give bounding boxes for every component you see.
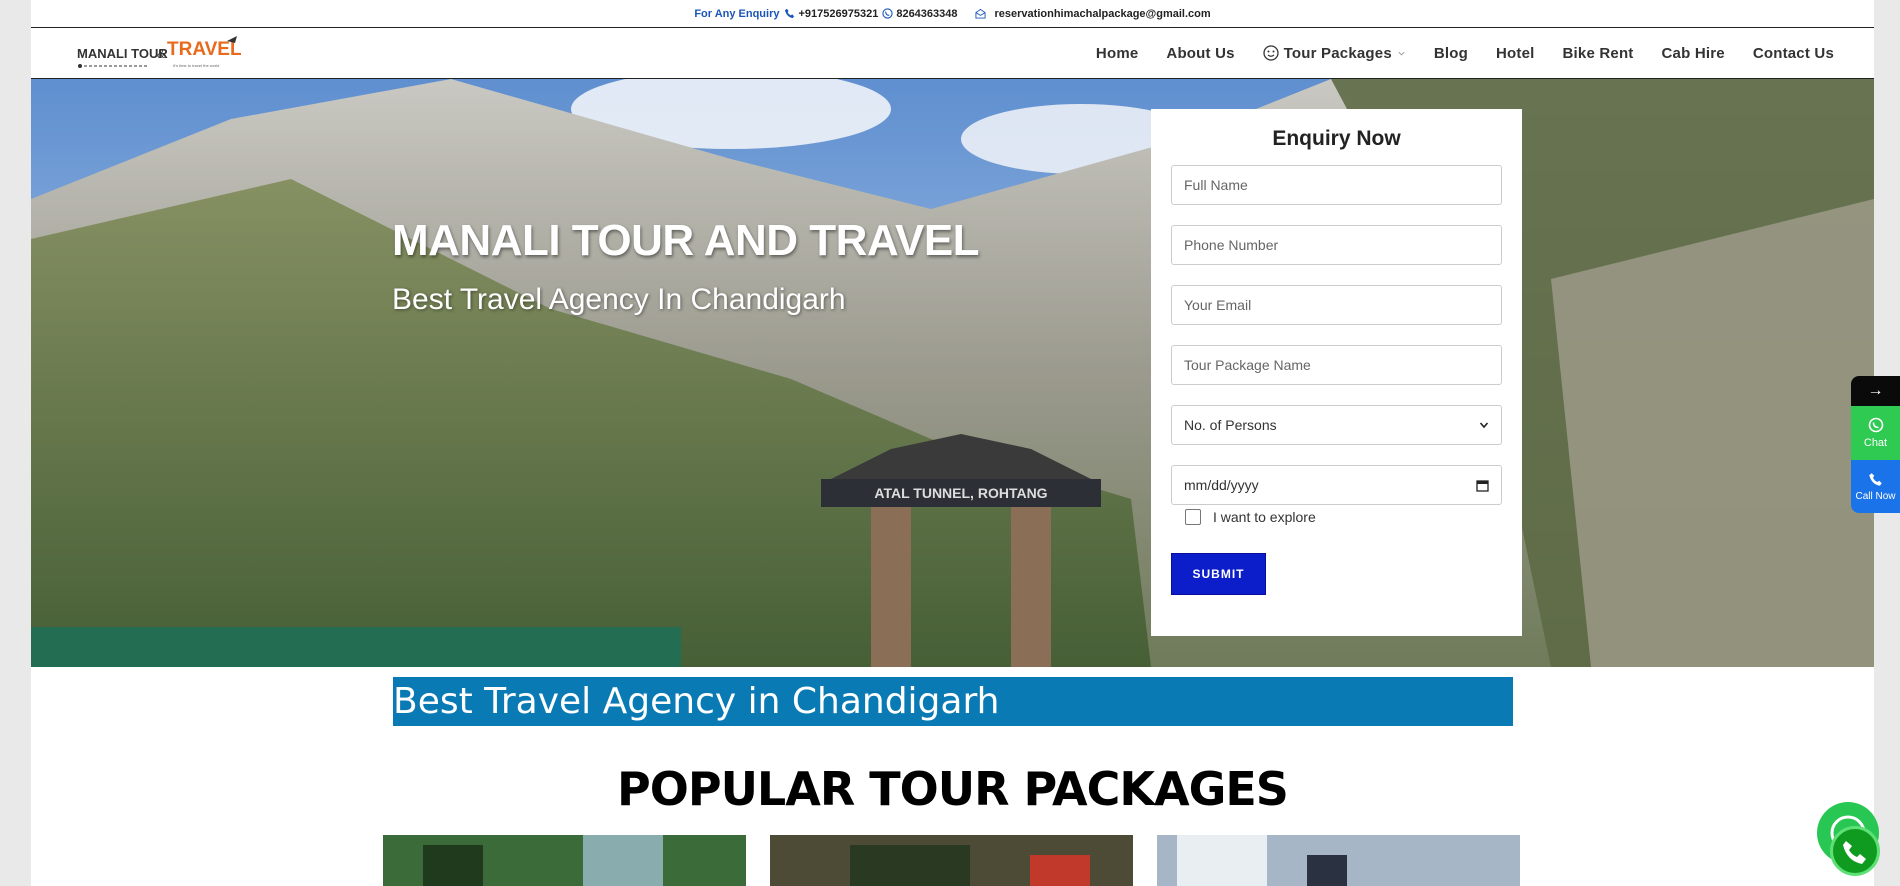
logo-graphic: MANALI TOUR & TRAVEL It's time to travel… bbox=[77, 36, 242, 68]
phone-input[interactable] bbox=[1171, 225, 1502, 265]
full-name-input[interactable] bbox=[1171, 165, 1502, 205]
package-card[interactable] bbox=[383, 835, 746, 886]
package-card[interactable] bbox=[770, 835, 1133, 886]
hero-banner: ATAL TUNNEL, ROHTANG MANALI TOUR AND TRA… bbox=[31, 79, 1874, 667]
chat-button[interactable]: Chat bbox=[1851, 406, 1900, 460]
hero-background-image: ATAL TUNNEL, ROHTANG bbox=[31, 79, 1874, 667]
agency-banner: Best Travel Agency in Chandigarh bbox=[393, 677, 1513, 726]
phone-icon bbox=[785, 8, 795, 19]
enquiry-form: Enquiry Now No. of Persons mm/dd/yyyy I … bbox=[1151, 109, 1522, 636]
nav-bike-rent[interactable]: Bike Rent bbox=[1563, 45, 1634, 62]
package-card-image bbox=[1157, 835, 1520, 886]
package-card[interactable] bbox=[1157, 835, 1520, 886]
package-cards bbox=[383, 835, 1520, 886]
popular-packages-heading: POPULAR TOUR PACKAGES bbox=[617, 762, 1289, 816]
package-card-image bbox=[770, 835, 1133, 886]
site-logo[interactable]: MANALI TOUR & TRAVEL It's time to travel… bbox=[77, 33, 247, 73]
top-contact-bar: For Any Enquiry +917526975321 8264363348… bbox=[31, 0, 1874, 28]
smiley-icon bbox=[1263, 45, 1279, 61]
package-card-image bbox=[383, 835, 746, 886]
nav-blog[interactable]: Blog bbox=[1434, 45, 1468, 62]
explore-checkbox[interactable] bbox=[1185, 509, 1201, 525]
explore-checkbox-label: I want to explore bbox=[1213, 509, 1316, 525]
calendar-icon[interactable] bbox=[1476, 479, 1489, 492]
logo-amp: & bbox=[157, 47, 165, 61]
enquiry-title: Enquiry Now bbox=[1272, 127, 1401, 150]
mail-icon bbox=[974, 8, 986, 19]
gate-sign-text: ATAL TUNNEL, ROHTANG bbox=[874, 485, 1047, 501]
chat-label: Chat bbox=[1863, 437, 1888, 449]
nav-contact[interactable]: Contact Us bbox=[1753, 45, 1834, 62]
call-float-button[interactable] bbox=[1830, 826, 1880, 876]
email-link[interactable]: reservationhimachalpackage@gmail.com bbox=[995, 8, 1211, 20]
logo-text-left: MANALI TOUR bbox=[77, 46, 168, 61]
nav-hotel[interactable]: Hotel bbox=[1496, 45, 1535, 62]
phone-icon bbox=[1869, 472, 1882, 486]
date-input-value: mm/dd/yyyy bbox=[1184, 477, 1259, 493]
explore-checkbox-row: I want to explore bbox=[1171, 509, 1502, 525]
nav-about[interactable]: About Us bbox=[1166, 45, 1234, 62]
side-contact-widget: → Chat Call Now bbox=[1851, 376, 1900, 513]
enquiry-label: For Any Enquiry bbox=[694, 7, 780, 20]
phone-link-2[interactable]: 8264363348 bbox=[896, 8, 957, 20]
submit-button[interactable]: SUBMIT bbox=[1171, 553, 1266, 595]
page: For Any Enquiry +917526975321 8264363348… bbox=[31, 0, 1874, 886]
nav-home[interactable]: Home bbox=[1096, 45, 1138, 62]
nav-tour-packages[interactable]: Tour Packages bbox=[1263, 45, 1406, 62]
hero-title: MANALI TOUR AND TRAVEL bbox=[392, 216, 980, 265]
chevron-down-icon bbox=[1398, 51, 1405, 55]
whatsapp-icon bbox=[1868, 417, 1883, 433]
collapse-arrow-button[interactable]: → bbox=[1851, 376, 1900, 406]
email-input[interactable] bbox=[1171, 285, 1502, 325]
whatsapp-icon bbox=[882, 8, 893, 19]
date-input[interactable]: mm/dd/yyyy bbox=[1171, 465, 1502, 505]
phone-icon bbox=[1843, 841, 1866, 864]
nav-cab-hire[interactable]: Cab Hire bbox=[1662, 45, 1725, 62]
call-now-label: Call Now bbox=[1855, 490, 1896, 502]
logo-text-right: TRAVEL bbox=[167, 39, 242, 60]
nav-tour-packages-label: Tour Packages bbox=[1283, 44, 1392, 62]
chevron-down-icon bbox=[1479, 422, 1489, 429]
logo-tagline: It's time to travel the world bbox=[173, 63, 219, 68]
hero-subtitle: Best Travel Agency In Chandigarh bbox=[392, 283, 846, 316]
persons-select[interactable]: No. of Persons bbox=[1171, 405, 1502, 445]
main-navbar: MANALI TOUR & TRAVEL It's time to travel… bbox=[31, 28, 1874, 79]
call-now-button[interactable]: Call Now bbox=[1851, 460, 1900, 513]
phone-link-1[interactable]: +917526975321 bbox=[798, 8, 878, 20]
tour-package-input[interactable] bbox=[1171, 345, 1502, 385]
nav-menu: Home About Us Tour Packages Blog Hotel B… bbox=[1096, 28, 1834, 78]
persons-select-value: No. of Persons bbox=[1184, 417, 1277, 433]
